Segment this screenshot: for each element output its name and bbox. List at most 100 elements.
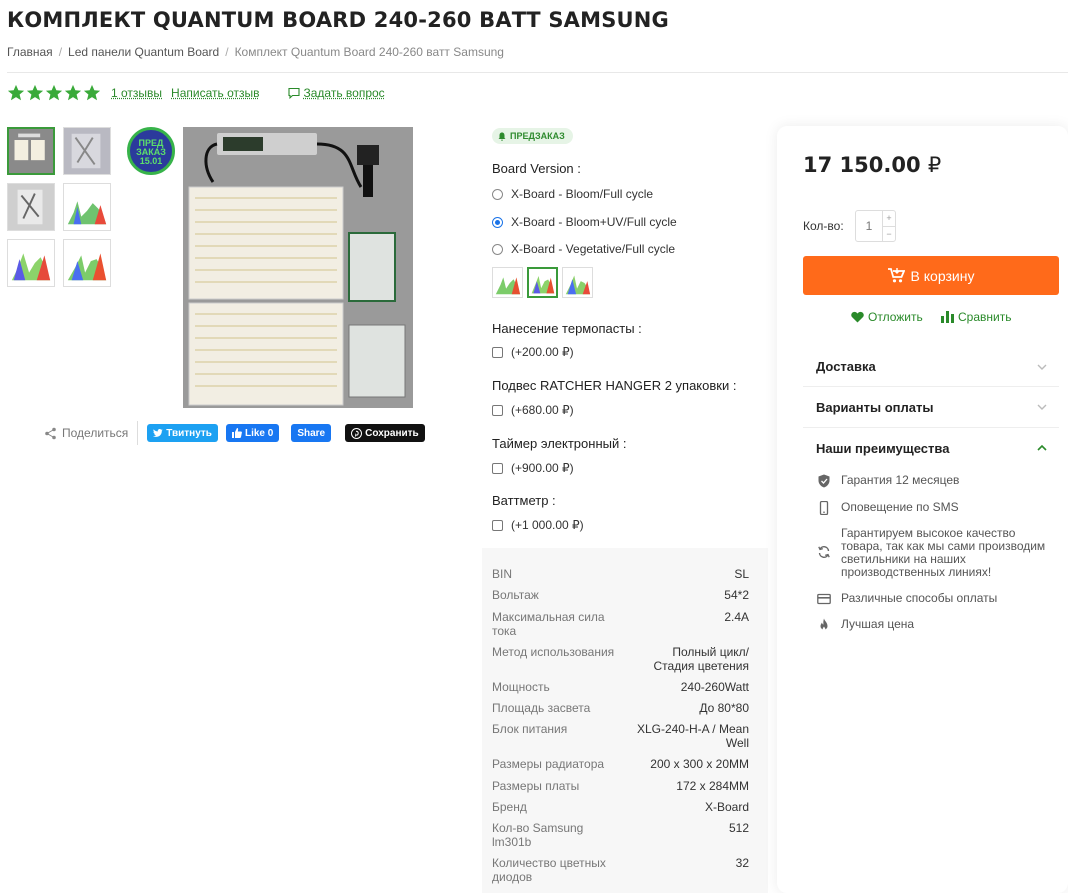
spec-value: 54*2 <box>724 588 749 602</box>
checkbox[interactable] <box>492 519 503 531</box>
advantage-text: Оповещение по SMS <box>841 500 959 514</box>
accordion-payment[interactable]: Варианты оплаты <box>803 386 1059 427</box>
gallery-thumb[interactable] <box>7 127 55 175</box>
wattmeter-title: Ваттметр : <box>492 493 556 508</box>
spec-key: Мощность <box>492 680 550 694</box>
variant-thumb[interactable] <box>492 267 523 298</box>
gallery-thumb[interactable] <box>7 183 55 231</box>
add-to-cart-button[interactable]: В корзину <box>803 256 1059 295</box>
breadcrumb-separator: / <box>58 45 63 59</box>
board-version-option-label: X-Board - Bloom/Full cycle <box>511 187 654 201</box>
spec-value: 172 x 284MM <box>676 779 749 793</box>
accordion-delivery[interactable]: Доставка <box>803 346 1059 387</box>
spec-key: BIN <box>492 567 513 581</box>
star-icon <box>7 84 25 101</box>
breadcrumb-category[interactable]: Led панели Quantum Board <box>68 45 219 59</box>
spec-value: X-Board <box>704 800 749 814</box>
spec-row: Мощность 240-260Watt <box>492 680 749 694</box>
breadcrumb-current: Комплект Quantum Board 240-260 ватт Sams… <box>234 45 504 59</box>
facebook-like-button[interactable]: Like 0 <box>225 424 280 442</box>
spec-row: Вольтаж 54*2 <box>492 588 749 602</box>
spec-row: Метод использования Полный цикл/Стадия цв… <box>492 645 749 673</box>
write-review-link[interactable]: Написать отзыв <box>171 86 259 100</box>
checkbox[interactable] <box>492 462 503 474</box>
spec-key: Размеры платы <box>492 779 580 793</box>
wattmeter-option[interactable]: (+1 000.00 ₽) <box>492 518 584 532</box>
advantage-item: Оповещение по SMS <box>817 501 959 515</box>
accordion-advantages-label: Наши преимущества <box>816 440 950 456</box>
price: 17 150.00 ₽ <box>803 153 941 177</box>
timer-option[interactable]: (+900.00 ₽) <box>492 461 574 475</box>
facebook-share-button[interactable]: Share <box>291 424 332 442</box>
chevron-down-icon <box>1037 364 1047 370</box>
advantage-text: Лучшая цена <box>841 617 915 631</box>
spec-value: Полный цикл/Стадия цветения <box>653 645 750 673</box>
compare-button[interactable]: Сравнить <box>941 310 1011 324</box>
spec-value: 240-260Watt <box>680 680 749 694</box>
spec-key: Метод использования <box>492 645 615 659</box>
board-version-option[interactable]: X-Board - Bloom+UV/Full cycle <box>492 215 677 229</box>
advantage-text: Гарантируем высокое качество товара, так… <box>841 526 1046 579</box>
divider <box>7 72 1068 73</box>
spec-value: 32 <box>735 856 749 870</box>
checkbox[interactable] <box>492 404 503 416</box>
share-bar: Поделиться Твитнуть Like 0 Share Сохрани… <box>44 421 425 445</box>
quantity-minus-button[interactable]: − <box>883 227 895 242</box>
hanger-title: Подвес RATCHER HANGER 2 упаковки : <box>492 378 737 393</box>
compare-label: Сравнить <box>958 310 1012 324</box>
pinterest-button-label: Сохранить <box>365 427 419 439</box>
variant-thumb[interactable] <box>562 267 593 298</box>
hanger-option[interactable]: (+680.00 ₽) <box>492 403 574 417</box>
gallery-thumb[interactable] <box>63 239 111 287</box>
cart-icon <box>887 268 905 283</box>
star-icon <box>45 84 63 101</box>
gallery-thumb[interactable] <box>63 183 111 231</box>
thermal-paste-price: (+200.00 ₽) <box>511 345 574 359</box>
wishlist-button[interactable]: Отложить <box>851 310 923 324</box>
radio-button-selected[interactable] <box>492 216 503 228</box>
spec-value: 512 <box>728 821 749 835</box>
rating-stars <box>7 84 101 102</box>
thermal-paste-option[interactable]: (+200.00 ₽) <box>492 345 574 359</box>
spec-value: До 80*80 <box>699 701 749 715</box>
timer-title: Таймер электронный : <box>492 436 627 451</box>
quantity-input[interactable]: 1 <box>856 211 882 241</box>
spec-value: SL <box>734 567 749 581</box>
main-product-image[interactable] <box>183 127 413 408</box>
checkbox[interactable] <box>492 346 503 358</box>
currency-symbol: ₽ <box>927 153 942 177</box>
radio-button[interactable] <box>492 188 503 200</box>
card-icon <box>817 593 831 605</box>
spec-key: Вольтаж <box>492 588 539 602</box>
spec-key: Бренд <box>492 800 527 814</box>
spec-row: Площадь засвета До 80*80 <box>492 701 749 715</box>
add-to-cart-label: В корзину <box>910 267 975 284</box>
spec-row: Размеры радиатора 200 x 300 x 20MM <box>492 757 749 771</box>
chat-icon <box>287 87 300 99</box>
reviews-link[interactable]: 1 отзывы <box>111 86 162 100</box>
spec-row: Блок питания XLG-240-H-A / Mean Well <box>492 722 749 750</box>
variant-thumb-selected[interactable] <box>527 267 558 298</box>
pinterest-button[interactable]: Сохранить <box>345 424 425 442</box>
twitter-button[interactable]: Твитнуть <box>147 424 218 442</box>
radio-button[interactable] <box>492 243 503 255</box>
ask-question-link[interactable]: Задать вопрос <box>287 86 385 100</box>
board-version-option[interactable]: X-Board - Bloom/Full cycle <box>492 187 653 201</box>
spec-row: Количество цветных диодов 32 <box>492 856 749 884</box>
quantity-plus-button[interactable]: + <box>883 211 895 227</box>
quantity-buttons: + − <box>882 211 895 241</box>
board-version-option[interactable]: X-Board - Vegetative/Full cycle <box>492 242 675 256</box>
facebook-like-label: Like 0 <box>244 427 274 439</box>
quantity-stepper[interactable]: 1 + − <box>855 210 896 242</box>
timer-price: (+900.00 ₽) <box>511 461 574 475</box>
star-icon <box>83 84 101 101</box>
shield-icon <box>818 474 830 488</box>
star-icon <box>26 84 44 101</box>
spec-key: Максимальная сила тока <box>492 610 605 638</box>
breadcrumb-home[interactable]: Главная <box>7 45 53 59</box>
gallery-thumb[interactable] <box>63 127 111 175</box>
gallery-thumb[interactable] <box>7 239 55 287</box>
advantage-text: Гарантия 12 месяцев <box>841 473 960 487</box>
accordion-advantages[interactable]: Наши преимущества <box>803 427 1059 468</box>
chevron-up-icon <box>1037 444 1047 451</box>
